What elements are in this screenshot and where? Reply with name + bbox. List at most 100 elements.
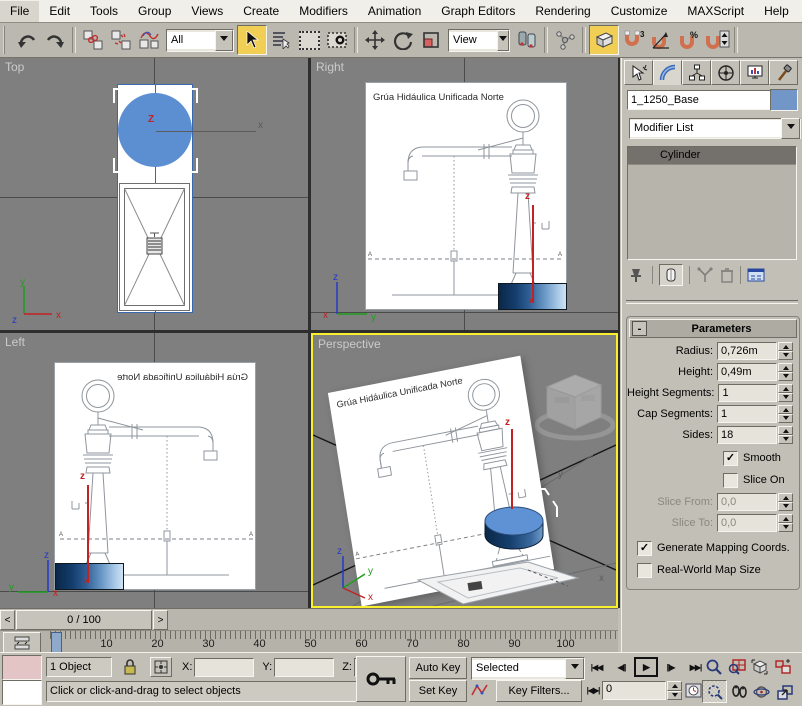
modifier-stack-item[interactable]: Cylinder — [628, 147, 796, 165]
pin-stack-button[interactable] — [628, 267, 646, 283]
selection-filter-dropdown[interactable]: All — [166, 29, 234, 52]
window-crossing-toggle-button[interactable] — [323, 26, 351, 54]
viewport-label[interactable]: Perspective — [318, 337, 381, 351]
zoom-extents-all-button[interactable] — [771, 656, 794, 677]
go-to-start-button[interactable]: |◀◀ — [584, 658, 609, 677]
menu-item[interactable]: Group — [128, 1, 181, 22]
rectangular-selection-region-button[interactable] — [295, 26, 323, 54]
min-max-toggle-button[interactable] — [773, 681, 796, 702]
menu-item[interactable]: Create — [233, 1, 289, 22]
slice-on-checkbox[interactable] — [723, 473, 738, 488]
select-and-rotate-button[interactable] — [389, 26, 417, 54]
play-button[interactable]: ▶ — [634, 657, 658, 677]
real-world-map-size-checkbox[interactable] — [637, 563, 652, 578]
toolbar-drag-handle[interactable] — [3, 26, 10, 54]
parameters-rollout-header[interactable]: - Parameters — [629, 319, 797, 338]
maxscript-mini-listener-pink[interactable] — [2, 655, 42, 680]
tab-create[interactable] — [624, 60, 653, 85]
x-coordinate-field[interactable] — [194, 658, 254, 677]
select-by-name-button[interactable] — [267, 26, 295, 54]
bind-to-space-warp-button[interactable] — [135, 26, 163, 54]
configure-modifier-sets-button[interactable] — [747, 267, 765, 283]
previous-frame-arrow-button[interactable]: < — [0, 610, 15, 630]
current-frame-field[interactable]: 0 — [602, 681, 666, 700]
cylinder-top-view[interactable] — [118, 93, 192, 167]
viewport-label[interactable]: Top — [5, 60, 24, 74]
previous-frame-button[interactable]: ◀|| — [609, 658, 634, 677]
absolute-offset-mode-toggle[interactable] — [150, 657, 172, 677]
auto-key-button[interactable]: Auto Key — [409, 657, 467, 679]
maxscript-mini-listener-white[interactable] — [2, 680, 42, 705]
height-field[interactable]: 0,49m — [717, 363, 777, 381]
tab-motion[interactable] — [711, 60, 740, 85]
viewport-left[interactable]: Grúa Hidáulica Unificada Norte A A z x z — [0, 333, 308, 608]
viewport-top[interactable]: Z x y x z Top — [0, 58, 308, 330]
radius-field[interactable]: 0,726m — [717, 342, 777, 360]
select-and-link-button[interactable] — [79, 26, 107, 54]
modifier-list-dropdown[interactable]: Modifier List — [629, 118, 801, 139]
object-color-swatch[interactable] — [770, 89, 798, 111]
arc-rotate-button[interactable] — [750, 681, 773, 702]
dropdown-arrow-icon[interactable] — [565, 658, 584, 679]
select-and-manipulate-button[interactable] — [551, 26, 579, 54]
menu-item[interactable]: Animation — [358, 1, 431, 22]
viewport-perspective[interactable]: y x Grúa Hidáulica Unificada Norte — [311, 333, 618, 608]
zoom-all-button[interactable] — [725, 656, 748, 677]
key-filters-button[interactable]: Key Filters... — [496, 680, 582, 702]
rollout-collapse-icon[interactable]: - — [632, 321, 647, 336]
pan-view-button[interactable] — [727, 681, 750, 702]
frame-spinner[interactable] — [667, 681, 682, 700]
key-mode-toggle-button[interactable]: |◀▶| — [584, 681, 602, 700]
menu-item[interactable]: File — [0, 1, 39, 22]
height-spinner[interactable] — [778, 363, 793, 381]
snaps-toggle-button[interactable] — [589, 25, 619, 55]
percent-snap-toggle-button[interactable]: % — [675, 26, 703, 54]
track-bar-frame-marker[interactable] — [51, 632, 62, 654]
spinner-snap-toggle-button[interactable] — [703, 26, 731, 54]
menu-item[interactable]: MAXScript — [677, 1, 754, 22]
reference-coordinate-system-dropdown[interactable]: View — [448, 29, 510, 52]
menu-item[interactable]: Edit — [39, 1, 80, 22]
menu-item[interactable]: Views — [181, 1, 233, 22]
time-slider-handle[interactable]: 0 / 100 — [16, 610, 152, 630]
radius-spinner[interactable] — [778, 342, 793, 360]
set-keys-button[interactable] — [356, 656, 406, 702]
zoom-button[interactable] — [702, 656, 725, 677]
region-zoom-button[interactable] — [702, 680, 727, 703]
set-key-button[interactable]: Set Key — [409, 680, 467, 702]
height-segments-spinner[interactable] — [778, 384, 793, 402]
unlink-selection-button[interactable] — [107, 26, 135, 54]
menu-item[interactable]: Tools — [80, 1, 128, 22]
snap-3d-toggle-button[interactable]: 3 — [619, 26, 647, 54]
base-wireframe-top-view[interactable] — [119, 183, 190, 311]
menu-item[interactable]: Help — [754, 1, 799, 22]
viewport-label[interactable]: Right — [316, 60, 344, 74]
image-plane-right-view[interactable]: Grúa Hidáulica Unificada Norte A A — [365, 82, 567, 310]
menu-item[interactable]: Rendering — [525, 1, 600, 22]
y-coordinate-field[interactable] — [274, 658, 334, 677]
tab-display[interactable] — [740, 60, 769, 85]
remove-modifier-button[interactable] — [720, 267, 734, 283]
dropdown-arrow-icon[interactable] — [497, 30, 509, 51]
viewport-label[interactable]: Left — [5, 335, 25, 349]
tab-modify[interactable] — [653, 60, 682, 85]
generate-mapping-coords-checkbox[interactable]: ✓ — [637, 541, 652, 556]
cap-segments-spinner[interactable] — [778, 405, 793, 423]
viewport-right[interactable]: Grúa Hidáulica Unificada Norte A A z x z — [311, 58, 618, 330]
object-name-field[interactable]: 1_1250_Base — [627, 90, 771, 110]
use-pivot-point-center-button[interactable] — [513, 26, 541, 54]
default-tangents-icon-button[interactable] — [468, 680, 492, 700]
smooth-checkbox[interactable]: ✓ — [723, 451, 738, 466]
make-unique-button[interactable] — [696, 267, 714, 283]
next-frame-button[interactable]: ||▶ — [658, 658, 683, 677]
dropdown-arrow-icon[interactable] — [781, 118, 800, 139]
menu-item[interactable]: Graph Editors — [431, 1, 525, 22]
tab-utilities[interactable] — [769, 60, 798, 85]
redo-button[interactable] — [41, 26, 69, 54]
height-segments-field[interactable]: 1 — [718, 384, 777, 402]
angle-snap-toggle-button[interactable] — [647, 26, 675, 54]
track-bar[interactable]: 0102030405060708090100 — [0, 630, 618, 653]
next-frame-arrow-button[interactable]: > — [153, 610, 168, 630]
selection-lock-toggle[interactable] — [122, 658, 138, 676]
menu-item[interactable]: Customize — [601, 1, 678, 22]
